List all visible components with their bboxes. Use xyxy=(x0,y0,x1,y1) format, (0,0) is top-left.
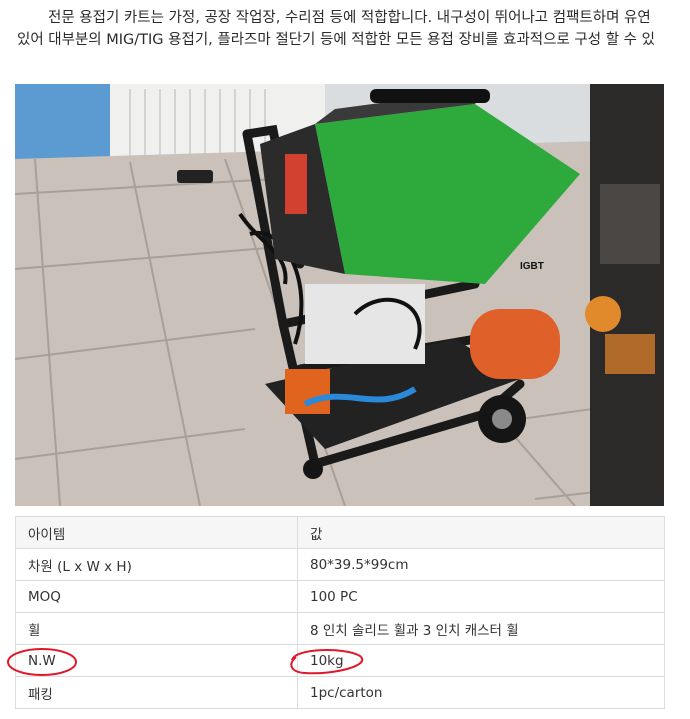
table-row: MOQ 100 PC xyxy=(15,580,665,613)
table-header-row: 아이템 값 xyxy=(15,516,665,549)
intro-paragraph: 전문 용접기 카트는 가정, 공장 작업장, 수리점 등에 적합합니다. 내구성… xyxy=(0,0,690,60)
intro-line-2: 있어 대부분의 MIG/TIG 용접기, 플라즈마 절단기 등에 적합한 모든 … xyxy=(17,32,655,48)
black-object xyxy=(177,170,213,183)
welder-handle xyxy=(370,89,490,103)
table-row: 휠 8 인치 솔리드 휠과 3 인치 캐스터 휠 xyxy=(15,612,665,645)
row-item: 휠 xyxy=(15,612,298,645)
cart-manual-box xyxy=(305,284,425,364)
product-photo: IGBT xyxy=(15,84,664,506)
blue-cabinet xyxy=(15,84,110,159)
table-row: N.W 10kg xyxy=(15,644,665,677)
intro-line-1: 전문 용접기 카트는 가정, 공장 작업장, 수리점 등에 적합합니다. 내구성… xyxy=(48,10,651,26)
row-value: 1pc/carton xyxy=(297,676,665,709)
row-value: 100 PC xyxy=(297,580,665,613)
table-row: 차원 (L x W x H) 80*39.5*99cm xyxy=(15,548,665,581)
gas-cylinder xyxy=(470,309,560,379)
welder-logo: IGBT xyxy=(520,261,544,272)
table-header-item: 아이템 xyxy=(15,516,298,549)
workshop-shelf xyxy=(590,84,664,506)
spec-table: 아이템 값 차원 (L x W x H) 80*39.5*99cm MOQ 10… xyxy=(15,516,665,709)
row-item: MOQ xyxy=(15,580,298,613)
table-header-value: 값 xyxy=(297,516,665,549)
row-item: 패킹 xyxy=(15,676,298,709)
row-value: 80*39.5*99cm xyxy=(297,548,665,581)
row-item: N.W xyxy=(15,644,298,677)
table-row: 패킹 1pc/carton xyxy=(15,676,665,709)
caster-wheel xyxy=(303,459,323,479)
row-value: 10kg xyxy=(297,644,665,677)
row-item: 차원 (L x W x H) xyxy=(15,548,298,581)
row-value: 8 인치 솔리드 휠과 3 인치 캐스터 휠 xyxy=(297,612,665,645)
